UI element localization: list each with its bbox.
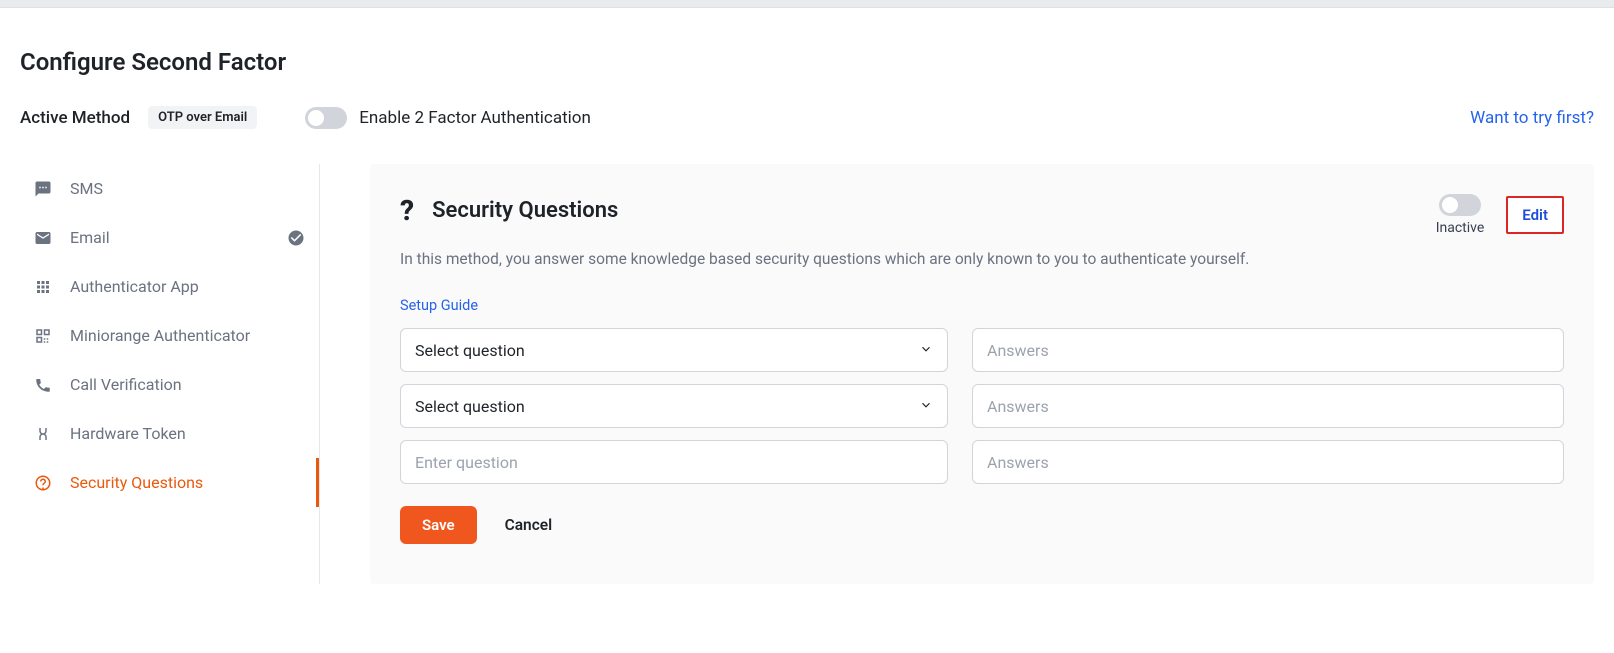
answer-input-1[interactable] [972,328,1564,372]
check-circle-icon [287,229,305,247]
sidebar-item-email[interactable]: Email [20,213,319,262]
toggle-knob [1442,197,1458,213]
inactive-label: Inactive [1436,220,1485,236]
sidebar-item-hardware-token[interactable]: Hardware Token [20,409,319,458]
custom-question-field[interactable] [415,453,933,472]
sidebar: SMS Email Authenticator App [20,164,320,584]
chevron-down-icon [919,397,933,416]
sidebar-item-security-questions[interactable]: Security Questions [20,458,319,507]
sidebar-item-label: Call Verification [70,375,182,394]
page-title: Configure Second Factor [20,48,1594,76]
toggle-knob [308,110,324,126]
edit-button[interactable]: Edit [1506,196,1564,234]
sidebar-item-label: SMS [70,179,103,198]
sidebar-item-label: Authenticator App [70,277,199,296]
qr-icon [34,327,52,345]
want-to-try-link[interactable]: Want to try first? [1470,108,1594,128]
sidebar-item-label: Miniorange Authenticator [70,326,250,345]
question-mark-icon: ? [400,194,414,227]
security-questions-panel: ? Security Questions Inactive Edit In th… [370,164,1594,584]
config-row: Active Method OTP over Email Enable 2 Fa… [20,106,1594,129]
email-icon [34,229,52,247]
select-placeholder: Select question [415,341,525,360]
custom-question-input[interactable] [400,440,948,484]
enable-2fa-toggle[interactable] [305,107,347,129]
chevron-down-icon [919,341,933,360]
question-icon [34,474,52,492]
answer-input-3-field[interactable] [987,453,1549,472]
top-bar [0,0,1614,8]
panel-description: In this method, you answer some knowledg… [400,248,1564,271]
inactive-toggle[interactable] [1439,194,1481,216]
sidebar-item-label: Security Questions [70,473,203,492]
active-method-badge: OTP over Email [148,106,257,129]
grid-apps-icon [34,278,52,296]
answer-input-2-field[interactable] [987,397,1549,416]
question-select-1[interactable]: Select question [400,328,948,372]
setup-guide-link[interactable]: Setup Guide [400,297,478,314]
sidebar-item-authenticator-app[interactable]: Authenticator App [20,262,319,311]
token-icon [34,425,52,443]
answer-input-3[interactable] [972,440,1564,484]
answer-input-2[interactable] [972,384,1564,428]
answer-input-1-field[interactable] [987,341,1549,360]
sidebar-item-sms[interactable]: SMS [20,164,319,213]
select-placeholder: Select question [415,397,525,416]
sidebar-item-call-verification[interactable]: Call Verification [20,360,319,409]
sidebar-item-label: Email [70,228,110,247]
cancel-button[interactable]: Cancel [505,516,553,534]
phone-icon [34,376,52,394]
sidebar-item-miniorange-authenticator[interactable]: Miniorange Authenticator [20,311,319,360]
sms-icon [34,180,52,198]
enable-2fa-label: Enable 2 Factor Authentication [359,108,591,128]
sidebar-item-label: Hardware Token [70,424,186,443]
save-button[interactable]: Save [400,506,477,544]
panel-title: Security Questions [432,198,618,223]
active-method-label: Active Method [20,108,130,128]
question-select-2[interactable]: Select question [400,384,948,428]
